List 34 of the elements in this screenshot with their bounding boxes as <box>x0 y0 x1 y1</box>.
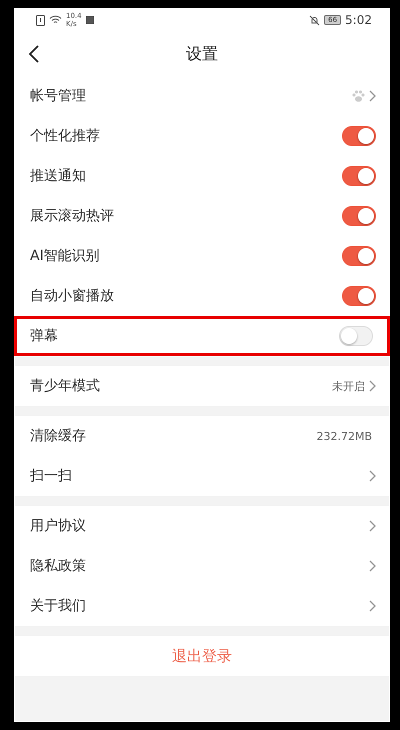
toggle-switch[interactable] <box>342 126 376 146</box>
chevron-right-icon <box>369 560 376 572</box>
setting-label: 弹幕 <box>30 327 59 345</box>
cache-size: 232.72MB <box>316 430 372 442</box>
paw-icon <box>352 90 365 102</box>
wifi-icon <box>49 15 62 25</box>
toggle-switch[interactable] <box>342 206 376 226</box>
setting-label: 扫一扫 <box>30 467 73 485</box>
chevron-right-icon <box>369 470 376 482</box>
toggle-switch[interactable] <box>342 246 376 266</box>
setting-label: 个性化推荐 <box>30 127 101 145</box>
setting-label: 自动小窗播放 <box>30 287 115 305</box>
chevron-right-icon <box>369 600 376 612</box>
chevron-right-icon <box>369 380 376 392</box>
setting-label: 展示滚动热评 <box>30 207 115 225</box>
setting-label: 清除缓存 <box>30 427 87 445</box>
setting-label: 推送通知 <box>30 167 87 185</box>
page-title: 设置 <box>186 44 218 64</box>
status-value: 未开启 <box>332 378 365 394</box>
logout-button[interactable]: 退出登录 <box>14 636 390 676</box>
square-icon <box>86 16 94 24</box>
setting-label: 青少年模式 <box>30 377 101 395</box>
chevron-right-icon <box>369 520 376 532</box>
chevron-right-icon <box>369 90 376 102</box>
setting-label: AI智能识别 <box>30 247 101 265</box>
sim-icon <box>36 14 45 26</box>
setting-label: 用户协议 <box>30 517 87 535</box>
toggle-switch[interactable] <box>342 166 376 186</box>
toggle-switch[interactable] <box>342 286 376 306</box>
bell-muted-icon <box>309 14 320 26</box>
clock-time: 5:02 <box>345 13 372 27</box>
setting-label: 隐私政策 <box>30 557 87 575</box>
setting-label: 关于我们 <box>30 597 87 615</box>
setting-label: 帐号管理 <box>30 87 87 105</box>
